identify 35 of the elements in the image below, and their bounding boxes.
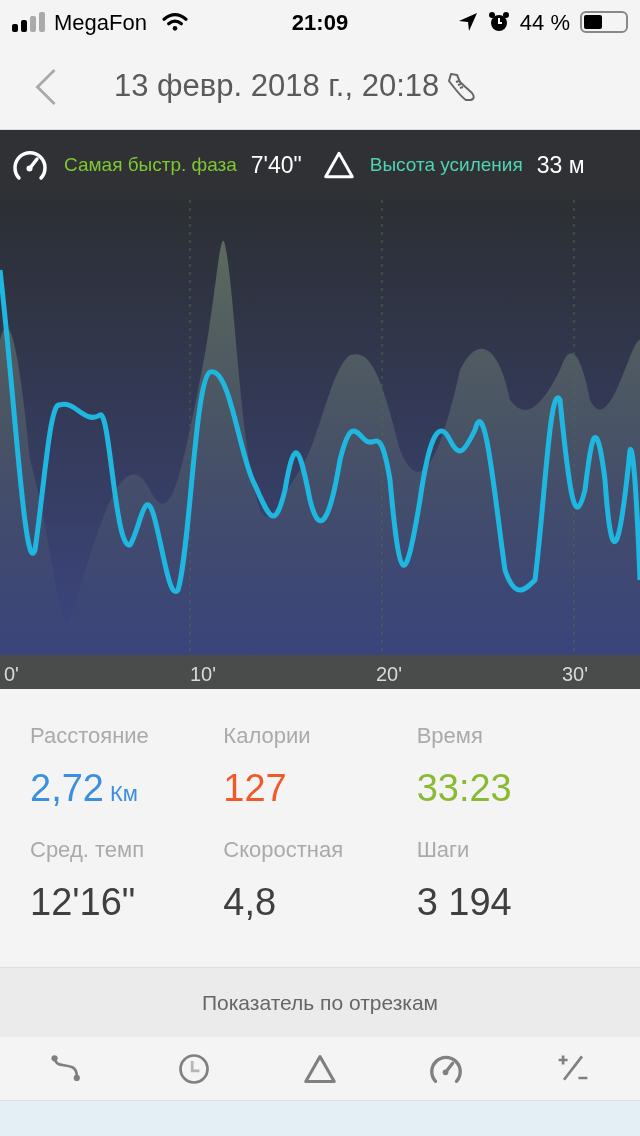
back-icon[interactable] [34,67,58,106]
stat-value: 12'16" [30,880,136,925]
axis-tick-label: 20' [376,662,403,687]
clock-time: 21:09 [291,8,349,37]
stat-value: 127 [223,766,287,811]
axis-tick-label: 0' [4,662,19,687]
triangle-icon [301,1052,338,1085]
axis-tick-label: 10' [190,662,217,687]
section-title: Показатель по отрезкам [201,989,439,1016]
summary-label: Самая быстр. фаза [64,152,237,177]
summary-value: 7'40" [250,150,302,180]
battery-percent: 44 % [519,8,570,37]
battery-icon [580,11,628,33]
alarm-icon [487,11,510,33]
stat-value: 33:23 [416,766,512,811]
triangle-icon [321,150,356,180]
location-arrow-icon [457,12,478,32]
stat-unit: Км [109,780,138,808]
stat-value: 3 194 [416,880,512,925]
stat-label: Расстояние [30,722,150,750]
wifi-icon [160,12,189,32]
stat-label: Калории [223,722,312,750]
stat-label: Время [416,722,484,750]
summary-value: 33 м [536,150,585,180]
workout-title: 13 февр. 2018 г., 20:18 [114,67,440,106]
stat-value: 4,8 [223,880,277,925]
stat-label: Скоростная [223,836,345,864]
carrier-name: MegaFon [54,8,147,37]
shoe-icon [445,70,478,103]
axis-tick-label: 30' [562,662,589,687]
stat-value: 2,72 [30,766,104,811]
stat-label: Сред. темп [30,836,146,864]
stat-label: Шаги [416,836,471,864]
signal-icon [12,12,46,32]
summary-label: Высота усиления [369,152,523,177]
